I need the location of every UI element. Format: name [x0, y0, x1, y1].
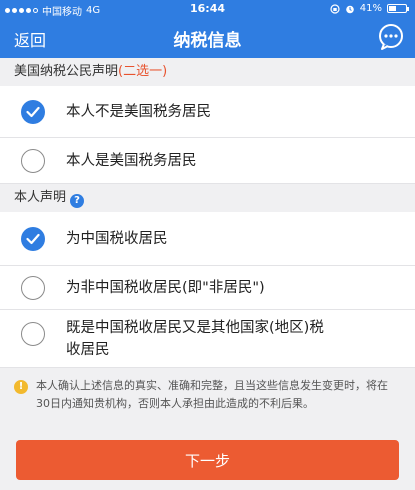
page-title: 纳税信息	[173, 31, 242, 51]
option-label: 既是中国税收居民又是其他国家(地区)税 收居民	[66, 317, 324, 361]
radio-unchecked-icon[interactable]	[21, 149, 45, 173]
section-declaration-header: 本人声明?	[0, 184, 415, 212]
battery-percent: 41%	[359, 3, 382, 14]
orientation-lock-icon	[330, 3, 340, 14]
notice-box: ! 本人确认上述信息的真实、准确和完整，且当这些信息发生变更时，将在30日内通知…	[0, 368, 415, 420]
option-label: 本人是美国税务居民	[66, 153, 197, 169]
radio-checked-icon[interactable]	[21, 100, 45, 124]
option-label: 为中国税收居民	[66, 231, 168, 247]
option-label-line2: 收居民	[66, 342, 110, 358]
warning-icon: !	[14, 380, 28, 394]
section-us-tax-header: 美国纳税公民声明(二选一)	[0, 58, 415, 86]
next-step-button[interactable]: 下一步	[16, 440, 399, 480]
section-us-tax-title: 美国纳税公民声明	[14, 64, 119, 79]
alarm-icon	[345, 5, 354, 13]
section-us-tax-hint: (二选一)	[118, 64, 168, 79]
help-icon[interactable]: ?	[70, 194, 85, 208]
option-non-china-resident[interactable]: 为非中国税收居民(即"非居民")	[0, 266, 415, 310]
option-label: 本人不是美国税务居民	[66, 104, 211, 120]
radio-checked-icon[interactable]	[21, 227, 45, 251]
option-china-resident[interactable]: 为中国税收居民	[0, 212, 415, 266]
status-bar: 中国移动 4G 16:44 41%	[0, 0, 415, 18]
option-not-us-resident[interactable]: 本人不是美国税务居民	[0, 86, 415, 138]
radio-unchecked-icon[interactable]	[21, 276, 45, 300]
section-declaration-title: 本人声明	[14, 190, 67, 205]
battery-icon	[387, 4, 409, 13]
option-us-resident[interactable]: 本人是美国税务居民	[0, 138, 415, 184]
option-dual-resident[interactable]: 既是中国税收居民又是其他国家(地区)税 收居民	[0, 310, 415, 368]
chat-bubble-icon[interactable]	[377, 23, 405, 51]
status-right: 41%	[330, 3, 409, 14]
notice-text: 本人确认上述信息的真实、准确和完整，且当这些信息发生变更时，将在30日内通知贵机…	[36, 379, 388, 410]
battery-fill	[389, 6, 396, 11]
nav-bar: 返回 纳税信息	[0, 18, 415, 58]
option-label: 为非中国税收居民(即"非居民")	[66, 280, 265, 296]
radio-unchecked-icon[interactable]	[21, 322, 45, 346]
option-label-line1: 既是中国税收居民又是其他国家(地区)税	[66, 320, 324, 336]
